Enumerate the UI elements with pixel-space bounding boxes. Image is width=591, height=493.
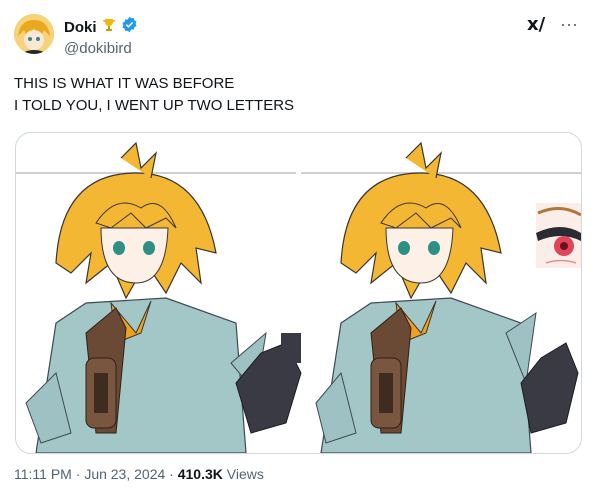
character-left-illustration bbox=[25, 141, 302, 453]
tweet-line-2: I TOLD YOU, I WENT UP TWO LETTERS bbox=[14, 97, 295, 114]
tweet-meta: 11:11 PM · Jun 23, 2024 · 410.3K Views bbox=[14, 466, 264, 482]
tweet-media[interactable] bbox=[15, 132, 582, 454]
author-block[interactable]: Doki @dokibird bbox=[64, 16, 138, 59]
tweet-line-1: THIS IS WHAT IT WAS BEFORE bbox=[14, 75, 235, 92]
tweet-time[interactable]: 11:11 PM bbox=[14, 466, 72, 482]
meta-separator: · bbox=[75, 466, 81, 482]
meta-separator: · bbox=[169, 466, 174, 482]
eye-closeup-illustration bbox=[536, 203, 581, 268]
trophy-icon bbox=[101, 17, 117, 39]
grok-button[interactable]: x/ bbox=[527, 14, 545, 35]
avatar[interactable] bbox=[14, 14, 54, 54]
tweet-text: THIS IS WHAT IT WAS BEFORE I TOLD YOU, I… bbox=[14, 73, 294, 117]
views-label: Views bbox=[226, 466, 264, 482]
character-right-illustration bbox=[315, 141, 579, 453]
more-options-icon[interactable]: ··· bbox=[560, 14, 578, 35]
author-handle[interactable]: @dokibird bbox=[64, 39, 138, 59]
verified-badge-icon[interactable] bbox=[121, 16, 138, 39]
author-name[interactable]: Doki bbox=[64, 18, 97, 38]
tweet-date[interactable]: Jun 23, 2024 bbox=[84, 466, 165, 482]
views-count: 410.3K bbox=[177, 466, 223, 482]
